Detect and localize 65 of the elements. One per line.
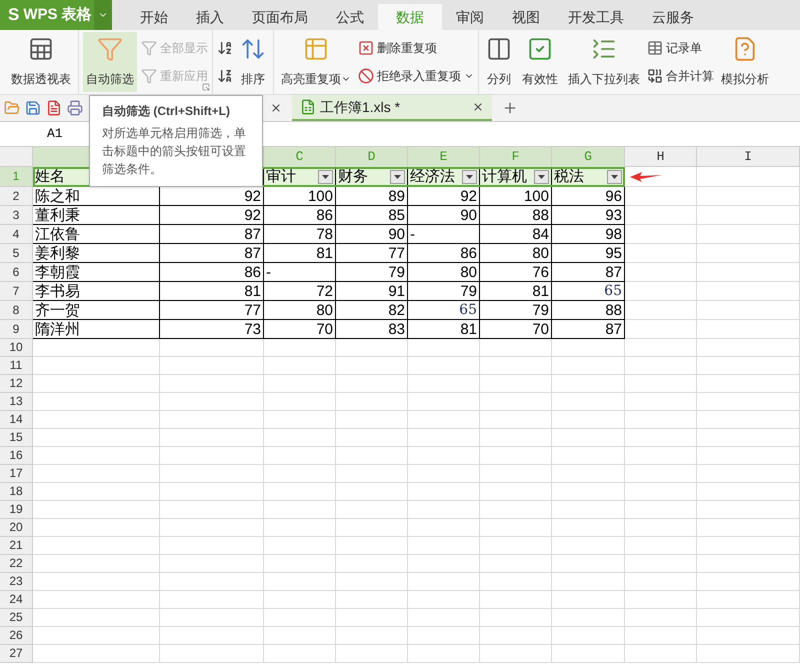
table-cell: 78 bbox=[264, 225, 336, 244]
table-cell: 李书易 bbox=[33, 282, 160, 301]
table-cell: - bbox=[264, 263, 336, 282]
table-header-cell: 计算机 bbox=[482, 168, 527, 185]
table-header-cell-text: 姓名 bbox=[35, 168, 66, 185]
table-cell: 85 bbox=[336, 206, 408, 225]
table-cell: 86 bbox=[408, 244, 480, 263]
table-cell: 姜利黎 bbox=[33, 244, 160, 263]
table-cell: 87 bbox=[552, 320, 625, 339]
table-cell: 董利秉 bbox=[33, 206, 160, 225]
tooltip-text: 对所选单元格启用筛选，单击标题中的箭头按钮可设置筛选条件。 bbox=[102, 125, 247, 178]
table-cell: 81 bbox=[480, 282, 552, 301]
table-cell: 83 bbox=[336, 320, 408, 339]
app-logo: S bbox=[7, 4, 20, 26]
table-cell: 87 bbox=[160, 244, 264, 263]
table-cell: 齐一贺 bbox=[33, 301, 160, 320]
table-cell: 90 bbox=[336, 225, 408, 244]
table-cell: 91 bbox=[336, 282, 408, 301]
table-cell: 隋洋州 bbox=[33, 320, 160, 339]
table-cell: 79 bbox=[480, 301, 552, 320]
table-cell: 88 bbox=[552, 301, 625, 320]
table-cell: 87 bbox=[552, 263, 625, 282]
table-cell: 79 bbox=[408, 282, 480, 301]
table-cell: 81 bbox=[264, 244, 336, 263]
tab-label: 工作簿1.xls * bbox=[320, 98, 400, 116]
table-cell: 65 bbox=[552, 282, 625, 301]
table-cell: 100 bbox=[480, 187, 552, 206]
table-cell: 80 bbox=[408, 263, 480, 282]
table-cell: 76 bbox=[480, 263, 552, 282]
table-cell: 86 bbox=[160, 263, 264, 282]
table-cell: 96 bbox=[552, 187, 625, 206]
table-cell: 江依鲁 bbox=[33, 225, 160, 244]
table-header-cell: 税法 bbox=[554, 168, 584, 185]
table-cell: 93 bbox=[552, 206, 625, 225]
table-cell: 77 bbox=[336, 244, 408, 263]
tooltip-title: 自动筛选 (Ctrl+Shift+L) bbox=[102, 103, 231, 120]
table-cell: - bbox=[408, 225, 480, 244]
table-cell: 81 bbox=[408, 320, 480, 339]
table-cell: 李朝霞 bbox=[33, 263, 160, 282]
table-cell: 80 bbox=[264, 301, 336, 320]
table-cell: 73 bbox=[160, 320, 264, 339]
table-cell: 90 bbox=[408, 206, 480, 225]
table-cell: 79 bbox=[336, 263, 408, 282]
table-cell: 92 bbox=[408, 187, 480, 206]
table-header-cell: 经济法 bbox=[410, 168, 455, 185]
table-cell: 82 bbox=[336, 301, 408, 320]
table-cell: 80 bbox=[480, 244, 552, 263]
table-cell: 100 bbox=[264, 187, 336, 206]
table-cell: 87 bbox=[160, 225, 264, 244]
table-cell: 77 bbox=[160, 301, 264, 320]
table-cell: 84 bbox=[480, 225, 552, 244]
table-cell: 98 bbox=[552, 225, 625, 244]
table-cell: 89 bbox=[336, 187, 408, 206]
table-cell: 88 bbox=[480, 206, 552, 225]
table-cell: 65 bbox=[408, 301, 480, 320]
table-cell: 92 bbox=[160, 206, 264, 225]
table-cell: 70 bbox=[264, 320, 336, 339]
app-name: WPS 表格 bbox=[22, 4, 92, 25]
table-cell: 95 bbox=[552, 244, 625, 263]
table-cell: 72 bbox=[264, 282, 336, 301]
table-cell: 81 bbox=[160, 282, 264, 301]
table-cell: 86 bbox=[264, 206, 336, 225]
table-header-cell: 财务 bbox=[338, 168, 368, 185]
table-header-cell: 审计 bbox=[266, 168, 296, 185]
table-cell: 70 bbox=[480, 320, 552, 339]
